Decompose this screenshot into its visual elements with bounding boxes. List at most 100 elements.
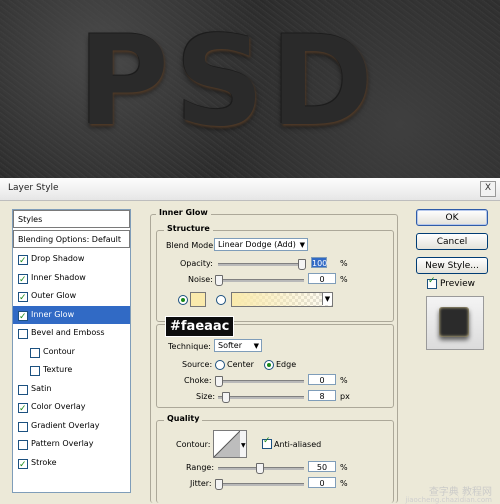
styles-list: Styles Blending Options: Default Drop Sh… <box>12 209 131 493</box>
range-label: Range: <box>186 463 215 472</box>
range-field[interactable]: 50 <box>308 461 336 472</box>
source-edge-radio[interactable] <box>264 360 274 370</box>
inner-glow-title: Inner Glow <box>156 208 211 217</box>
styles-header[interactable]: Styles <box>13 210 130 228</box>
technique-label: Technique: <box>168 342 211 351</box>
size-unit: px <box>340 392 350 401</box>
opacity-slider[interactable] <box>218 263 304 266</box>
style-checkbox[interactable] <box>18 400 28 418</box>
style-item-label: Pattern Overlay <box>31 439 94 448</box>
choke-label: Choke: <box>184 376 212 385</box>
noise-slider-thumb[interactable] <box>215 275 223 286</box>
jitter-label: Jitter: <box>190 479 212 488</box>
style-checkbox[interactable] <box>18 308 28 326</box>
style-item-color-overlay[interactable]: Color Overlay <box>13 398 130 418</box>
opacity-field[interactable]: 100 <box>311 257 327 268</box>
style-checkbox[interactable] <box>30 347 40 358</box>
range-slider-thumb[interactable] <box>256 463 264 474</box>
opacity-unit: % <box>340 259 348 268</box>
style-item-inner-glow[interactable]: Inner Glow <box>13 305 130 326</box>
quality-group <box>156 420 394 503</box>
choke-unit: % <box>340 376 348 385</box>
document-canvas: PSD <box>0 0 500 178</box>
jitter-slider[interactable] <box>218 483 304 486</box>
style-checkbox[interactable] <box>18 421 28 432</box>
style-preview-thumbnail <box>426 296 484 350</box>
choke-field[interactable]: 0 <box>308 374 336 385</box>
source-center-radio[interactable] <box>215 360 225 370</box>
chevron-down-icon: ▼ <box>322 293 332 305</box>
blending-options-item[interactable]: Blending Options: Default <box>13 230 130 248</box>
size-slider-thumb[interactable] <box>222 392 230 403</box>
style-checkbox[interactable] <box>18 329 28 339</box>
style-checkbox[interactable] <box>30 366 40 376</box>
range-unit: % <box>340 463 348 472</box>
jitter-unit: % <box>340 479 348 488</box>
size-slider[interactable] <box>218 396 304 399</box>
blend-mode-value: Linear Dodge (Add) <box>218 240 296 249</box>
style-checkbox[interactable] <box>18 456 28 474</box>
svg-text:▼: ▼ <box>241 442 246 449</box>
style-checkbox[interactable] <box>18 440 28 450</box>
style-checkbox[interactable] <box>18 271 28 289</box>
anti-aliased-label: Anti-aliased <box>274 440 322 449</box>
canvas-psd-text: PSD <box>78 10 380 154</box>
source-label: Source: <box>182 360 213 369</box>
contour-preview-icon: ▼ <box>214 431 246 457</box>
style-items: Drop Shadow Inner Shadow Outer Glow Inner G… <box>13 250 130 474</box>
style-item-outer-glow[interactable]: Outer Glow <box>13 287 130 307</box>
choke-slider-thumb[interactable] <box>215 376 223 387</box>
style-item-stroke[interactable]: Stroke <box>13 454 130 474</box>
glow-color-swatch[interactable] <box>190 292 206 307</box>
style-item-bevel-and-emboss[interactable]: Bevel and Emboss <box>13 324 130 343</box>
style-item-label: Gradient Overlay <box>31 420 100 430</box>
anti-aliased-checkbox[interactable]: ✓ <box>262 436 272 449</box>
dialog-title: Layer Style <box>8 183 59 193</box>
noise-slider[interactable] <box>218 279 304 282</box>
chevron-down-icon: ▼ <box>299 241 305 249</box>
ok-button[interactable]: OK <box>416 209 488 226</box>
jitter-slider-thumb[interactable] <box>215 479 223 490</box>
style-item-satin[interactable]: Satin <box>13 380 130 399</box>
style-item-inner-shadow[interactable]: Inner Shadow <box>13 269 130 289</box>
watermark-url: jiaocheng.chazidian.com <box>405 496 492 504</box>
dialog-titlebar[interactable]: Layer Style X <box>0 178 500 201</box>
contour-picker[interactable]: ▼ <box>213 430 247 458</box>
solid-color-radio[interactable] <box>178 295 188 305</box>
style-checkbox[interactable] <box>18 289 28 307</box>
preview-checkbox[interactable]: ✓ <box>427 276 437 289</box>
opacity-slider-thumb[interactable] <box>298 259 306 270</box>
style-item-drop-shadow[interactable]: Drop Shadow <box>13 250 130 270</box>
gradient-picker[interactable]: ▼ <box>231 292 333 307</box>
cancel-button[interactable]: Cancel <box>416 233 488 250</box>
technique-select[interactable]: Softer ▼ <box>214 339 262 352</box>
style-item-label: Bevel and Emboss <box>31 328 105 337</box>
jitter-field[interactable]: 0 <box>308 477 336 488</box>
quality-title: Quality <box>164 414 203 423</box>
style-item-texture[interactable]: Texture <box>13 361 130 380</box>
structure-title: Structure <box>164 224 213 233</box>
style-item-label: Satin <box>31 383 52 393</box>
style-item-contour[interactable]: Contour <box>13 343 130 362</box>
style-item-pattern-overlay[interactable]: Pattern Overlay <box>13 435 130 454</box>
blend-mode-select[interactable]: Linear Dodge (Add) ▼ <box>214 238 308 251</box>
source-center-label: Center <box>227 360 254 369</box>
close-button[interactable]: X <box>480 181 496 197</box>
size-field[interactable]: 8 <box>308 390 336 401</box>
new-style-button[interactable]: New Style... <box>416 257 488 274</box>
style-item-label: Contour <box>43 346 75 356</box>
style-item-label: Texture <box>43 365 73 374</box>
gradient-radio[interactable] <box>216 295 226 305</box>
size-label: Size: <box>196 392 216 401</box>
style-checkbox[interactable] <box>18 384 28 395</box>
technique-value: Softer <box>218 341 242 350</box>
hex-color-annotation: #faeaac <box>165 316 235 337</box>
contour-label: Contour: <box>176 440 211 449</box>
style-item-gradient-overlay[interactable]: Gradient Overlay <box>13 417 130 436</box>
source-edge-label: Edge <box>276 360 297 369</box>
style-item-label: Drop Shadow <box>31 254 85 263</box>
layer-style-dialog: Layer Style X Styles Blending Options: D… <box>0 178 500 504</box>
choke-slider[interactable] <box>218 380 304 383</box>
style-checkbox[interactable] <box>18 252 28 270</box>
noise-field[interactable]: 0 <box>308 273 336 284</box>
